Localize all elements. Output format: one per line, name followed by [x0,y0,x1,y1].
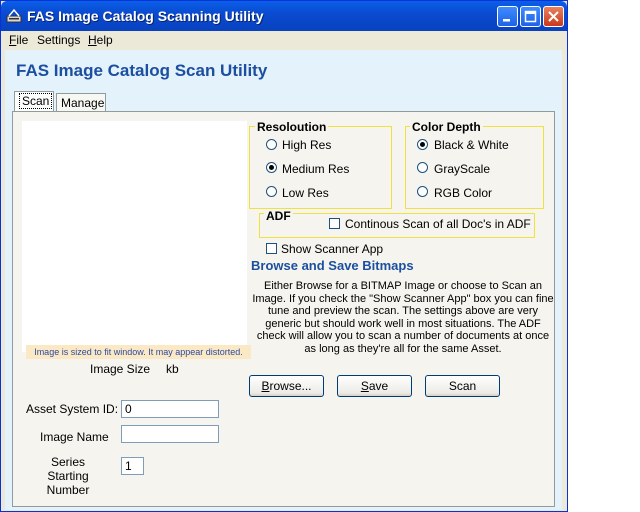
radio-low-res[interactable] [266,186,277,197]
menu-help-rest: elp [96,33,113,47]
tab-manage[interactable]: Manage [56,93,106,111]
image-preview [22,121,247,352]
tab-scan[interactable]: Scan [14,91,54,111]
series-starting-number-label: Series Starting Number [33,455,103,497]
image-fit-note: Image is sized to fit window. It may app… [26,345,251,359]
radio-rgb-color[interactable] [417,186,428,197]
app-window: FAS Image Catalog Scanning Utility File … [0,0,568,512]
menu-bar: File Settings Help [1,31,567,49]
radio-high-res[interactable] [266,139,277,150]
scanner-app-icon [6,8,22,23]
image-size-label: Image Size [90,362,151,376]
scan-button[interactable]: Scan [425,375,500,397]
minimize-button[interactable] [497,6,518,27]
minimize-icon [503,19,510,22]
menu-help-accel: H [88,33,97,47]
radio-grayscale[interactable] [417,162,428,173]
scan-tab-panel: Image is sized to fit window. It may app… [12,111,555,507]
tab-manage-label: Manage [61,96,105,110]
black-white-label: Black & White [434,138,509,152]
adf-group-title: ADF [264,209,293,223]
save-accel: S [360,379,369,393]
radio-medium-res[interactable] [266,162,277,173]
image-name-label: Image Name [40,430,109,444]
close-button[interactable] [543,6,564,27]
rgb-color-label: RGB Color [434,186,493,200]
browse-accel: B [261,379,270,393]
resolution-group-title: Resoloution [255,120,329,134]
menu-settings[interactable]: Settings [37,33,80,47]
title-bar[interactable]: FAS Image Catalog Scanning Utility [1,1,567,31]
save-button[interactable]: Save [337,375,412,397]
browse-rest: rowse... [269,379,312,393]
series-starting-number-input[interactable]: 1 [121,457,144,475]
image-size-unit: kb [166,362,179,376]
app-heading: FAS Image Catalog Scan Utility [16,61,268,80]
continuous-scan-label: Continous Scan of all Doc's in ADF [345,217,531,231]
medium-res-label: Medium Res [282,162,350,176]
show-scanner-app-label: Show Scanner App [281,242,384,256]
low-res-label: Low Res [282,186,329,200]
browse-section-description: Either Browse for a BITMAP Image or choo… [252,280,554,355]
browse-section-heading: Browse and Save Bitmaps [251,258,414,273]
radio-black-white[interactable] [417,139,428,150]
series-label-line2: Number [46,483,90,497]
save-rest: ave [368,379,389,393]
browse-button[interactable]: Browse... [249,375,324,397]
main-content: FAS Image Catalog Scan Utility Scan Mana… [5,50,562,510]
tab-scan-label: Scan [19,93,53,109]
menu-file-rest: ile [16,33,29,47]
grayscale-label: GrayScale [434,162,491,176]
window-title: FAS Image Catalog Scanning Utility [27,8,264,24]
high-res-label: High Res [282,138,332,152]
menu-help[interactable]: Help [88,33,113,47]
color-depth-group-title: Color Depth [410,120,483,134]
asset-system-id-input[interactable]: 0 [121,400,219,418]
maximize-button[interactable] [520,6,541,27]
maximize-icon [524,10,537,23]
menu-file[interactable]: File [9,33,28,47]
image-name-input[interactable] [121,425,219,443]
show-scanner-app-checkbox[interactable] [266,243,277,254]
close-icon [548,11,559,22]
continuous-scan-checkbox[interactable] [329,218,340,229]
tab-strip: Scan Manage [12,89,559,111]
series-label-line1: Series Starting [47,455,89,483]
asset-system-id-label: Asset System ID: [26,402,119,416]
